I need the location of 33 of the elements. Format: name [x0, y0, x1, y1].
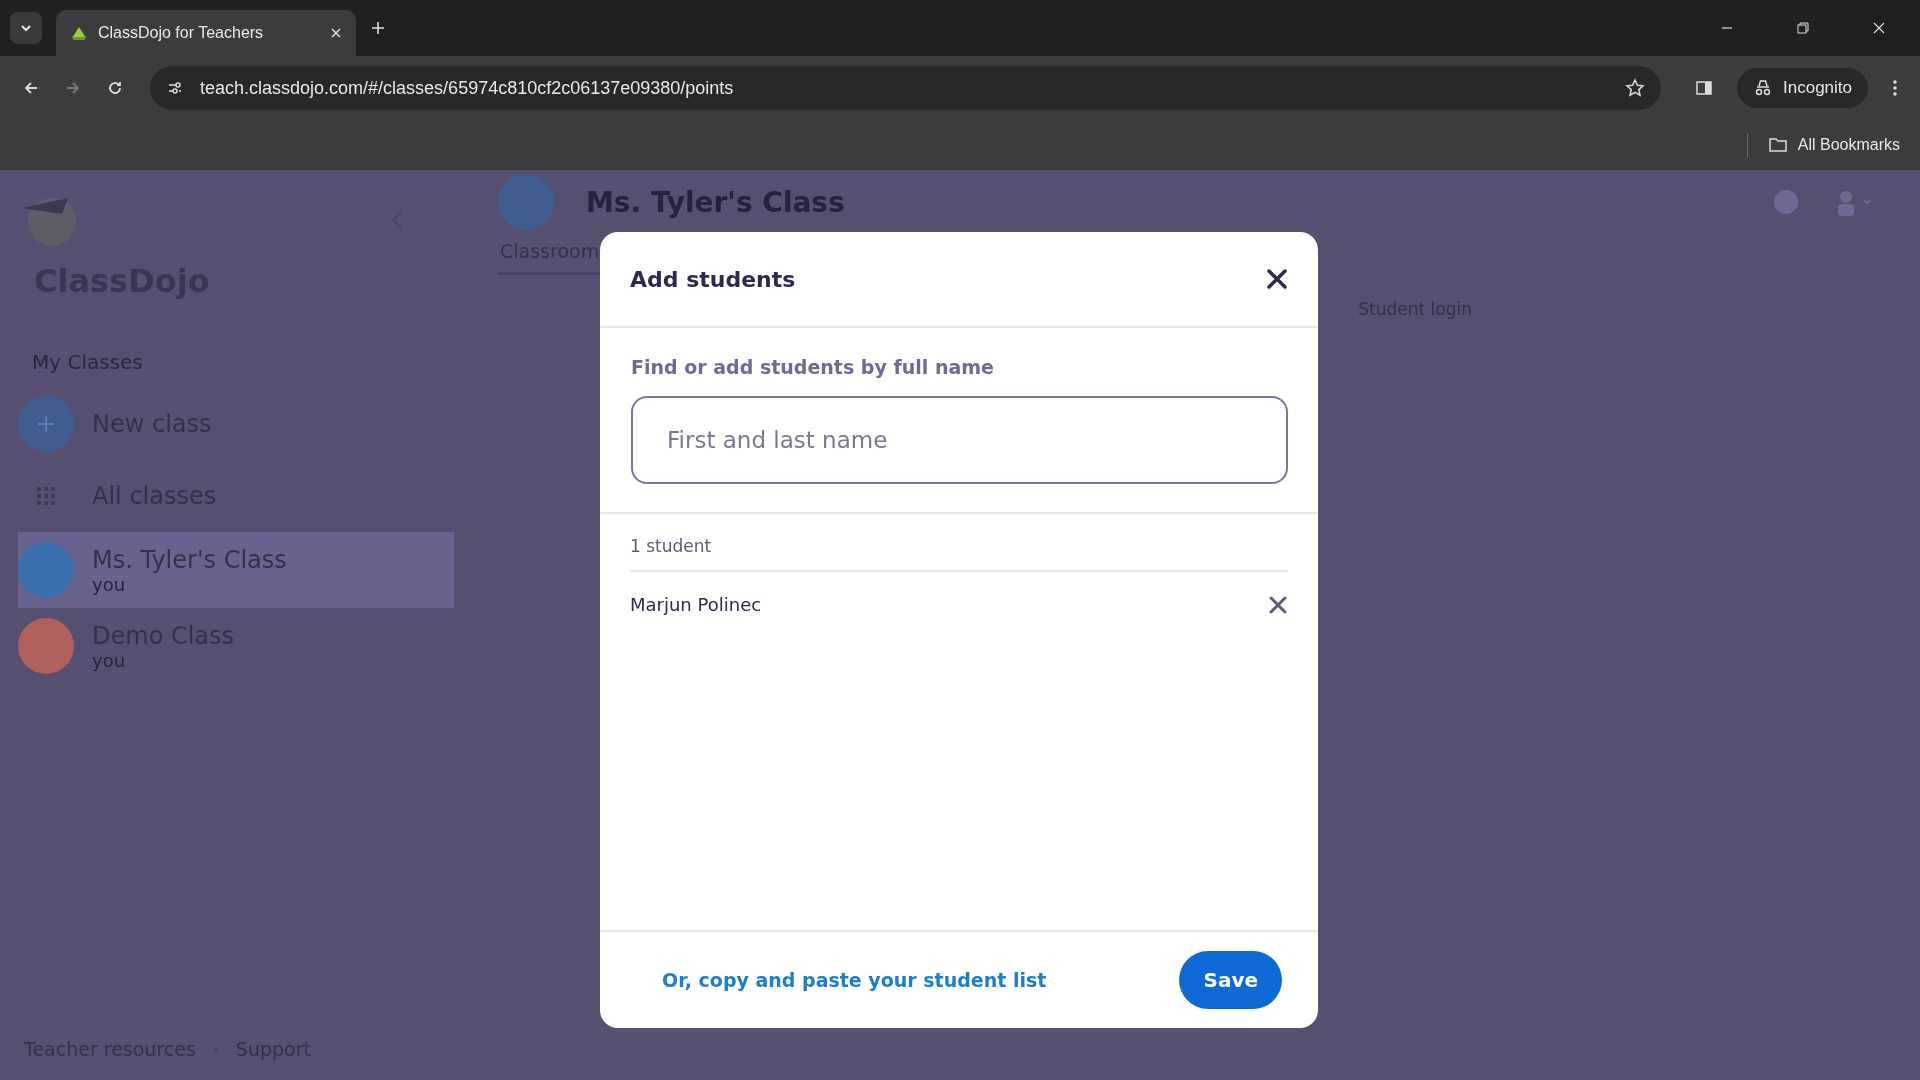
folder-icon: [1767, 137, 1788, 153]
tab-search-button[interactable]: [10, 12, 42, 44]
restore-icon[interactable]: [1796, 21, 1810, 35]
reload-icon[interactable]: [106, 79, 124, 97]
tab-title: ClassDojo for Teachers: [98, 24, 264, 42]
incognito-button[interactable]: Incognito: [1737, 68, 1868, 108]
close-icon[interactable]: [1266, 268, 1288, 290]
close-tab-icon[interactable]: [330, 27, 342, 39]
name-input-field[interactable]: First and last name: [631, 396, 1288, 484]
student-name: Marjun Polinec: [630, 594, 762, 615]
class-avatar-icon: [498, 174, 554, 230]
incognito-icon: [1753, 79, 1773, 97]
save-button[interactable]: Save: [1179, 951, 1282, 1009]
plus-circle-icon: [18, 396, 74, 452]
remove-icon[interactable]: [1268, 594, 1288, 615]
new-tab-icon[interactable]: [370, 20, 386, 36]
student-count: 1 student: [630, 536, 1288, 572]
paste-list-link[interactable]: Or, copy and paste your student list: [662, 969, 1047, 991]
class-name: Ms. Tyler's Class: [92, 545, 287, 574]
browser-tab[interactable]: ClassDojo for Teachers: [56, 10, 356, 56]
star-icon[interactable]: [1625, 78, 1645, 98]
field-label: Find or add students by full name: [631, 356, 995, 378]
side-panel-icon[interactable]: [1695, 79, 1713, 97]
address-bar[interactable]: teach.classdojo.com/#/classes/65974c810cf2c06137e09380/points: [150, 66, 1661, 110]
class-item[interactable]: Ms. Tyler's Class you: [18, 532, 454, 608]
class-owner: you: [92, 573, 127, 595]
all-bookmarks-button[interactable]: All Bookmarks: [1767, 136, 1900, 154]
url-text: teach.classdojo.com/#/classes/65974c810cf2c06137e09380/points: [200, 77, 734, 99]
dialog-title: Add students: [630, 266, 796, 292]
grid-icon: [36, 486, 56, 506]
site-settings-icon[interactable]: [166, 79, 184, 97]
close-window-icon[interactable]: [1872, 21, 1886, 35]
menu-icon[interactable]: [1892, 79, 1898, 97]
